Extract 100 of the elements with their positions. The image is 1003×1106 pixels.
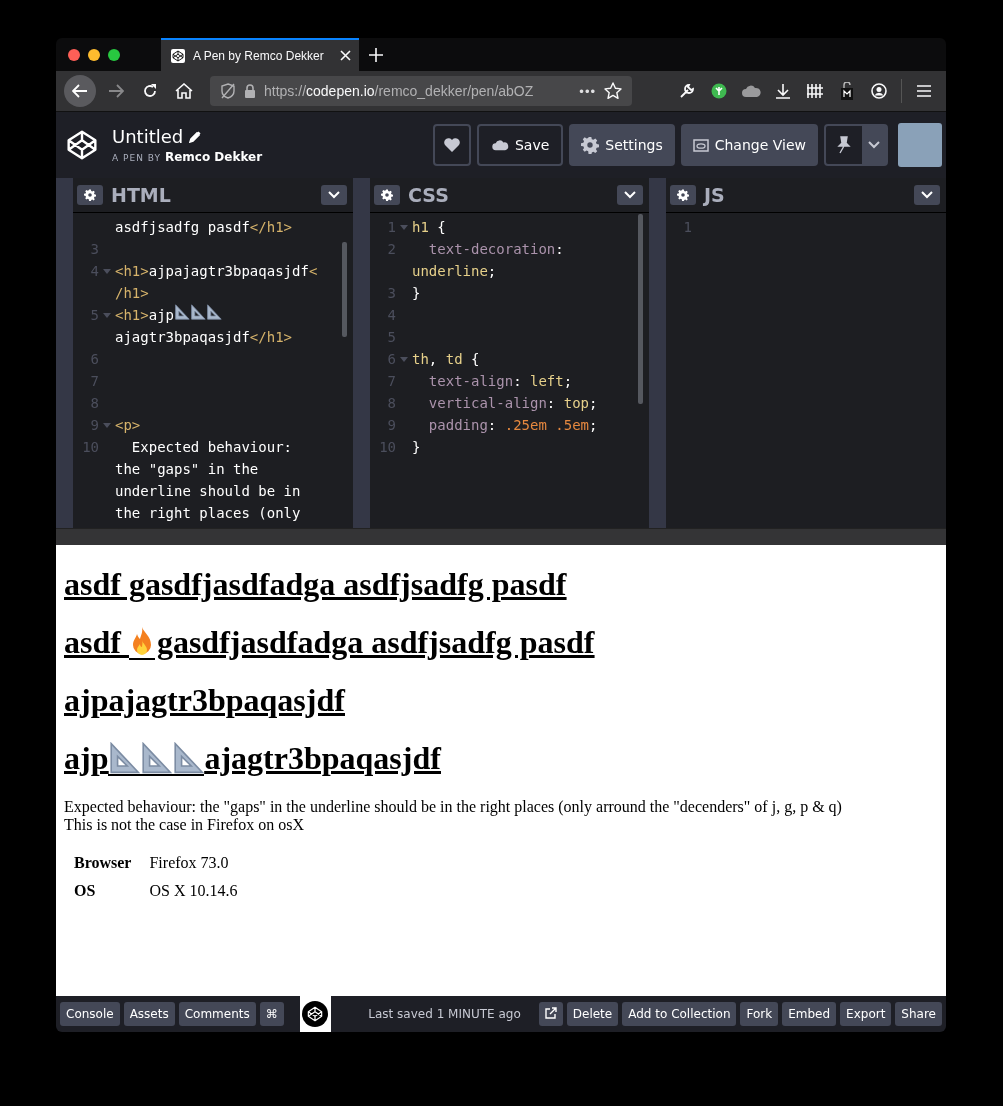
footer-button[interactable]: Fork (740, 1002, 779, 1026)
close-tab-icon[interactable] (340, 50, 351, 61)
table-cell-text: Firefox 73.0 (148, 853, 230, 873)
maximize-window-button[interactable] (108, 48, 120, 61)
browser-tab[interactable]: A Pen by Remco Dekker (161, 38, 359, 71)
heading-text: gasdfjasdfadga asdfjsadfg pasdf (156, 624, 595, 661)
change-view-button[interactable]: Change View (680, 124, 818, 166)
footer-button[interactable]: Add to Collection (622, 1002, 737, 1026)
paragraph-text: This is not the case in Firefox on osX (64, 816, 305, 834)
code-line: padding: .25em .5em; (427, 416, 598, 435)
line-number: 4 (386, 306, 396, 325)
back-button[interactable] (64, 75, 96, 107)
resize-handle[interactable] (353, 178, 370, 528)
codepen-logo-icon[interactable] (66, 129, 98, 161)
footer-button[interactable]: Delete (566, 1002, 619, 1026)
shield-icon (220, 83, 236, 99)
resize-handle[interactable] (649, 178, 666, 528)
code-line: the right places (only (115, 504, 301, 523)
panel-settings-button[interactable] (77, 185, 103, 205)
cloud-icon (490, 139, 509, 151)
fire-icon (128, 625, 155, 660)
line-number: 10 (378, 438, 396, 457)
collapse-button[interactable] (914, 185, 940, 205)
line-number: 7 (89, 372, 99, 391)
caret-icon (624, 191, 636, 199)
footer-button[interactable]: Embed (782, 1002, 837, 1026)
close-window-button[interactable] (68, 48, 80, 61)
code-text: <h1> (115, 306, 149, 325)
heading: ajpajagtr3bpaqasjdf (64, 682, 347, 719)
save-button[interactable]: Save (476, 124, 564, 166)
pin-icon (836, 136, 852, 154)
pen-title[interactable]: Untitled (112, 126, 184, 147)
byline-label: A PEN BY (112, 153, 161, 163)
caret-icon (921, 191, 933, 199)
last-saved-text: Last saved 1 MINUTE ago (367, 1007, 522, 1021)
line-number: 2 (386, 240, 396, 259)
line-number: 3 (386, 284, 396, 303)
gear-icon (381, 189, 393, 201)
lock-icon (244, 84, 256, 98)
caret-icon (868, 141, 880, 149)
resize-handle[interactable] (56, 178, 73, 528)
panel-title: CSS (408, 184, 450, 206)
line-number: 7 (386, 372, 396, 391)
footer-button[interactable]: Assets (123, 1002, 175, 1026)
table-cell-text: OS X 10.14.6 (148, 881, 239, 901)
line-number: 8 (89, 394, 99, 413)
line-number: 6 (89, 350, 99, 369)
scrollbar-thumb[interactable] (342, 242, 347, 337)
bookmark-star-icon[interactable] (604, 82, 622, 100)
codepen-logo-icon[interactable] (299, 996, 331, 1032)
line-number: 9 (89, 416, 99, 435)
minimize-window-button[interactable] (88, 48, 100, 61)
line-number: 6 (386, 350, 396, 369)
settings-button[interactable]: Settings (569, 124, 675, 166)
code-line: } (412, 284, 421, 303)
panel-settings-button[interactable] (374, 185, 400, 205)
table-header: Browser (73, 853, 133, 873)
address-bar[interactable]: https://codepen.io/remco_dekker/pen/abOZ ••• (210, 76, 632, 106)
code-line: <h1>ajpajagtr3bpaqasjdf< (115, 262, 318, 281)
footer-button[interactable]: Comments (178, 1002, 256, 1026)
pin-menu-button[interactable] (824, 124, 888, 166)
pencil-icon[interactable] (189, 130, 202, 143)
collapse-button[interactable] (321, 185, 347, 205)
footer-button[interactable]: Export (840, 1002, 892, 1026)
gear-icon (581, 136, 600, 154)
paragraph-text: Expected behaviour: the "gaps" in the underline should be in the right places (only arround the "decenders" of j, g, p & q) (64, 798, 843, 816)
heart-icon (442, 137, 461, 153)
more-actions-button[interactable]: ••• (579, 83, 596, 99)
external-link-icon (544, 1006, 557, 1019)
footer-button[interactable]: Share (895, 1002, 942, 1026)
code-line: ajagtr3bpaqasjdf</h1> (115, 328, 292, 347)
gear-icon (84, 189, 96, 201)
open-external-button[interactable] (538, 1002, 563, 1026)
footer-button[interactable]: Console (60, 1002, 120, 1026)
eye-icon (692, 138, 709, 152)
scrollbar-thumb[interactable] (638, 214, 643, 404)
code-line: text-align: left; (427, 372, 573, 391)
line-number: 5 (386, 328, 396, 347)
ruler-icon (140, 741, 173, 776)
url-text: https://codepen.io/remco_dekker/pen/abOZ (264, 83, 535, 99)
code-line: underline should be in (115, 482, 301, 501)
like-button[interactable] (432, 124, 471, 166)
line-number: 1 (386, 218, 396, 237)
ruler-icon (172, 741, 205, 776)
code-text: ajp (148, 306, 174, 325)
gear-icon (677, 189, 689, 201)
line-number: 9 (386, 416, 396, 435)
code-line: Expected behaviour: (130, 438, 292, 457)
code-line: <p> (115, 416, 141, 435)
heading-text: asdf (64, 624, 123, 661)
author-link[interactable]: Remco Dekker (164, 150, 263, 164)
heading-text: ajp (64, 740, 109, 777)
code-line: th, td { (412, 350, 480, 369)
line-number: 5 (89, 306, 99, 325)
code-line: } (412, 438, 421, 457)
panel-settings-button[interactable] (670, 185, 696, 205)
collapse-button[interactable] (617, 185, 643, 205)
table-header: OS (73, 881, 97, 901)
footer-button[interactable]: ⌘ (259, 1002, 284, 1026)
code-line: text-decoration: (427, 240, 564, 259)
